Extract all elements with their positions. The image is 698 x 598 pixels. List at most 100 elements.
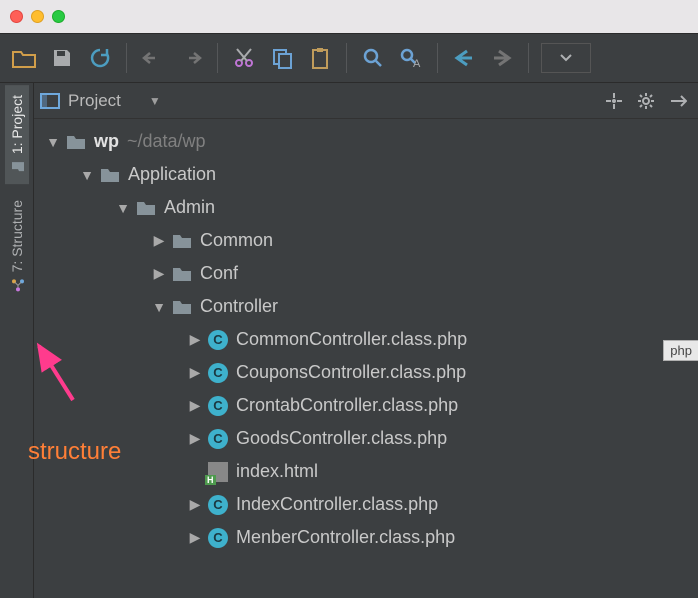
structure-tool-tab[interactable]: 7: Structure <box>5 190 29 302</box>
cut-button[interactable] <box>226 40 262 76</box>
tree-item-label: GoodsController.class.php <box>236 428 447 449</box>
toolbar-separator <box>437 43 438 73</box>
tree-item-label: wp <box>94 131 119 152</box>
find-replace-button[interactable]: A <box>393 40 429 76</box>
project-tree[interactable]: wp ~/data/wp Application Admin Common <box>34 119 698 598</box>
tree-file[interactable]: C IndexController.class.php <box>34 488 698 521</box>
expand-toggle[interactable] <box>186 331 204 348</box>
expand-toggle[interactable] <box>150 265 168 282</box>
tree-item-label: Admin <box>164 197 215 218</box>
expand-toggle[interactable] <box>186 496 204 513</box>
tree-folder-common[interactable]: Common <box>34 224 698 257</box>
php-class-icon: C <box>208 363 228 383</box>
expand-toggle[interactable] <box>114 200 132 216</box>
autoscroll-button[interactable] <box>600 87 628 115</box>
structure-icon <box>10 279 24 293</box>
toolbar-separator <box>126 43 127 73</box>
expand-toggle[interactable] <box>186 364 204 381</box>
run-config-dropdown[interactable] <box>541 43 591 73</box>
html-file-icon <box>208 462 228 482</box>
folder-icon <box>10 160 24 174</box>
structure-tool-tab-label: 7: Structure <box>9 200 25 272</box>
open-button[interactable] <box>6 40 42 76</box>
collapse-button[interactable] <box>664 87 692 115</box>
tree-item-label: CouponsController.class.php <box>236 362 466 383</box>
minimize-window-button[interactable] <box>31 10 44 23</box>
panel-view-dropdown[interactable]: ▼ <box>149 94 161 108</box>
arrow-right-icon <box>491 49 513 67</box>
tree-item-label: Conf <box>200 263 238 284</box>
tree-file[interactable]: C MenberController.class.php <box>34 521 698 554</box>
expand-toggle[interactable] <box>186 529 204 546</box>
php-class-icon: C <box>208 396 228 416</box>
gear-icon <box>637 92 655 110</box>
folder-icon <box>66 132 86 152</box>
tree-file[interactable]: C CrontabController.class.php <box>34 389 698 422</box>
folder-icon <box>136 198 156 218</box>
tree-item-label: MenberController.class.php <box>236 527 455 548</box>
tree-file[interactable]: C CommonController.class.php <box>34 323 698 356</box>
scissors-icon <box>233 47 255 69</box>
chevron-down-icon <box>560 54 572 62</box>
arrow-left-icon <box>453 49 475 67</box>
copy-icon <box>271 47 293 69</box>
search-icon <box>362 47 384 69</box>
folder-icon <box>100 165 120 185</box>
undo-button[interactable] <box>135 40 171 76</box>
tree-file[interactable]: C GoodsController.class.php <box>34 422 698 455</box>
tree-root[interactable]: wp ~/data/wp <box>34 125 698 158</box>
tree-item-label: CommonController.class.php <box>236 329 467 350</box>
sync-button[interactable] <box>82 40 118 76</box>
panel-title[interactable]: Project <box>68 91 121 111</box>
target-icon <box>605 92 623 110</box>
redo-button[interactable] <box>173 40 209 76</box>
paste-button[interactable] <box>302 40 338 76</box>
maximize-window-button[interactable] <box>52 10 65 23</box>
expand-toggle[interactable] <box>44 134 62 150</box>
expand-toggle[interactable] <box>186 430 204 447</box>
php-class-icon: C <box>208 528 228 548</box>
tree-file[interactable]: C CouponsController.class.php <box>34 356 698 389</box>
project-tool-tab[interactable]: 1: Project <box>5 85 29 184</box>
expand-toggle[interactable] <box>150 299 168 315</box>
svg-text:A: A <box>413 58 421 69</box>
tree-item-hint: ~/data/wp <box>127 131 206 152</box>
tree-item-label: Common <box>200 230 273 251</box>
window-titlebar <box>0 0 698 33</box>
panel-settings-button[interactable] <box>632 87 660 115</box>
collapse-icon <box>669 92 687 110</box>
nav-forward-button[interactable] <box>484 40 520 76</box>
find-button[interactable] <box>355 40 391 76</box>
tree-folder-application[interactable]: Application <box>34 158 698 191</box>
expand-toggle[interactable] <box>150 232 168 249</box>
copy-button[interactable] <box>264 40 300 76</box>
tree-folder-admin[interactable]: Admin <box>34 191 698 224</box>
save-button[interactable] <box>44 40 80 76</box>
tree-item-label: IndexController.class.php <box>236 494 438 515</box>
tree-folder-conf[interactable]: Conf <box>34 257 698 290</box>
folder-icon <box>172 297 192 317</box>
folder-open-icon <box>12 48 36 68</box>
tree-folder-controller[interactable]: Controller <box>34 290 698 323</box>
left-gutter: 1: Project 7: Structure <box>0 83 34 598</box>
save-icon <box>52 48 72 68</box>
main-toolbar: A <box>0 33 698 83</box>
toolbar-separator <box>217 43 218 73</box>
paste-icon <box>309 47 331 69</box>
php-class-icon: C <box>208 330 228 350</box>
project-view-icon <box>40 92 60 110</box>
toolbar-separator <box>528 43 529 73</box>
close-window-button[interactable] <box>10 10 23 23</box>
expand-toggle[interactable] <box>78 167 96 183</box>
project-tool-tab-label: 1: Project <box>9 95 25 154</box>
tree-file[interactable]: index.html <box>34 455 698 488</box>
right-edge-php-tab[interactable]: php <box>663 340 698 361</box>
tree-item-label: CrontabController.class.php <box>236 395 458 416</box>
folder-icon <box>172 231 192 251</box>
tree-item-label: Application <box>128 164 216 185</box>
sync-icon <box>89 47 111 69</box>
expand-toggle[interactable] <box>186 397 204 414</box>
php-class-icon: C <box>208 429 228 449</box>
redo-icon <box>180 49 202 67</box>
nav-back-button[interactable] <box>446 40 482 76</box>
